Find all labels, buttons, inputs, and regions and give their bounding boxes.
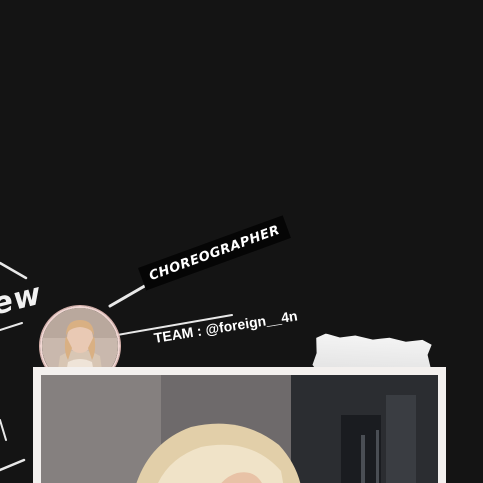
deco-line	[0, 458, 26, 472]
deco-line	[0, 322, 23, 331]
photo	[41, 375, 438, 483]
profile-card: ew CHOREOGRAPHER TEAM : @foreign__4n	[0, 0, 483, 483]
deco-line	[0, 419, 7, 441]
photo-frame	[33, 367, 446, 483]
deco-line	[0, 261, 28, 280]
photo-image	[41, 375, 438, 483]
